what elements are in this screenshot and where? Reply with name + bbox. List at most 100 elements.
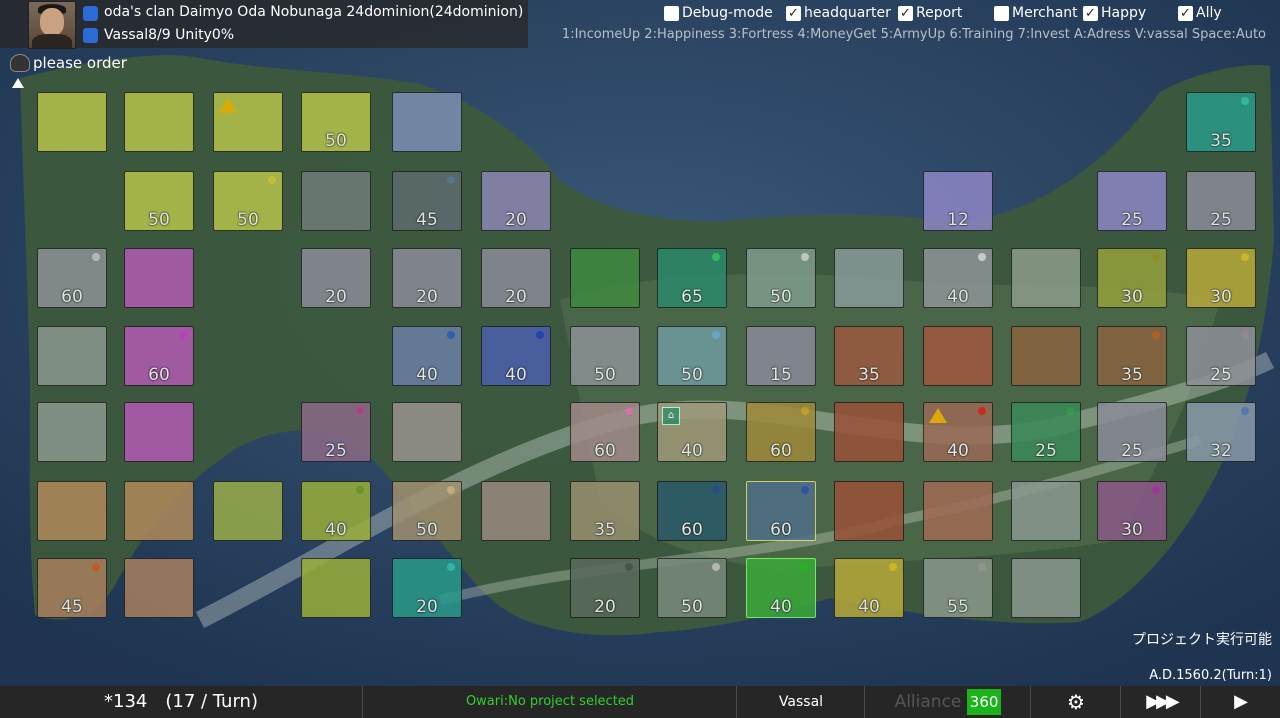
province-tile[interactable]: 25 bbox=[1011, 402, 1081, 462]
province-tile[interactable]: 50 bbox=[657, 558, 727, 618]
province-tile[interactable]: 50 bbox=[570, 326, 640, 386]
province-tile[interactable]: 20 bbox=[392, 248, 462, 308]
province-tile[interactable] bbox=[213, 92, 283, 152]
province-tile[interactable]: 35 bbox=[1186, 92, 1256, 152]
checkbox-ally[interactable]: ✓ Ally bbox=[1178, 4, 1222, 22]
checkbox-happy[interactable]: ✓ Happy bbox=[1083, 4, 1146, 22]
check-icon[interactable]: ✓ bbox=[786, 5, 801, 21]
province-tile[interactable] bbox=[1011, 326, 1081, 386]
alliance-panel[interactable]: Alliance 360 bbox=[864, 686, 1031, 718]
province-tile[interactable]: 25 bbox=[1186, 171, 1256, 231]
province-tile[interactable] bbox=[37, 326, 107, 386]
province-tile[interactable] bbox=[301, 558, 371, 618]
checkbox-box[interactable] bbox=[994, 5, 1009, 21]
play-button[interactable]: ▶ bbox=[1200, 686, 1280, 718]
province-tile[interactable] bbox=[834, 248, 904, 308]
province-tile[interactable]: 45 bbox=[37, 558, 107, 618]
owner-marker-icon bbox=[356, 486, 364, 494]
province-tile[interactable]: 25 bbox=[1186, 326, 1256, 386]
checkbox-report[interactable]: ✓ Report bbox=[898, 4, 962, 22]
province-tile[interactable] bbox=[37, 402, 107, 462]
province-tile[interactable]: 35 bbox=[570, 481, 640, 541]
owner-marker-icon bbox=[625, 563, 633, 571]
checkbox-merchant[interactable]: Merchant bbox=[994, 4, 1078, 22]
checkbox-box[interactable] bbox=[664, 5, 679, 21]
province-tile[interactable] bbox=[124, 92, 194, 152]
province-tile[interactable] bbox=[1011, 481, 1081, 541]
province-tile[interactable]: 25 bbox=[1097, 402, 1167, 462]
province-tile[interactable]: 60 bbox=[746, 402, 816, 462]
province-tile[interactable]: 40 bbox=[834, 558, 904, 618]
province-tile[interactable]: 20 bbox=[301, 248, 371, 308]
province-tile[interactable]: 60 bbox=[657, 481, 727, 541]
check-icon[interactable]: ✓ bbox=[1083, 5, 1098, 21]
province-tile[interactable]: 20 bbox=[481, 171, 551, 231]
province-tile[interactable]: 35 bbox=[834, 326, 904, 386]
province-tile[interactable]: 20 bbox=[570, 558, 640, 618]
province-tile[interactable]: 35 bbox=[1097, 326, 1167, 386]
province-tile[interactable]: 55 bbox=[923, 558, 993, 618]
province-tile[interactable] bbox=[834, 481, 904, 541]
daimyo-portrait[interactable] bbox=[28, 1, 76, 49]
settings-button[interactable]: ⚙ bbox=[1030, 686, 1121, 718]
province-tile[interactable]: 50 bbox=[301, 92, 371, 152]
fast-forward-button[interactable]: ▶▶▶ bbox=[1120, 686, 1201, 718]
province-tile[interactable] bbox=[124, 558, 194, 618]
province-tile[interactable]: 12 bbox=[923, 171, 993, 231]
province-tile[interactable]: 40 bbox=[481, 326, 551, 386]
province-tile[interactable] bbox=[124, 402, 194, 462]
province-tile[interactable]: 20 bbox=[481, 248, 551, 308]
province-tile[interactable]: 60 bbox=[570, 402, 640, 462]
province-tile[interactable]: 60 bbox=[746, 481, 816, 541]
province-tile[interactable] bbox=[392, 92, 462, 152]
province-tile[interactable]: 65 bbox=[657, 248, 727, 308]
check-icon[interactable]: ✓ bbox=[1178, 5, 1193, 21]
vassal-button[interactable]: Vassal bbox=[736, 686, 865, 718]
province-tile[interactable]: 50 bbox=[124, 171, 194, 231]
project-selector[interactable]: Owari:No project selected bbox=[362, 686, 737, 718]
province-tile[interactable]: 50 bbox=[746, 248, 816, 308]
province-tile[interactable]: 40 bbox=[923, 248, 993, 308]
province-tile[interactable]: 32 bbox=[1186, 402, 1256, 462]
province-tile[interactable]: 60 bbox=[37, 248, 107, 308]
owner-marker-icon bbox=[801, 253, 809, 261]
province-tile[interactable]: 50 bbox=[213, 171, 283, 231]
province-tile[interactable]: 25 bbox=[1097, 171, 1167, 231]
province-tile[interactable]: 45 bbox=[392, 171, 462, 231]
province-tile[interactable]: 40 bbox=[392, 326, 462, 386]
province-tile[interactable]: 50 bbox=[657, 326, 727, 386]
province-tile[interactable]: 60 bbox=[124, 326, 194, 386]
province-value: 55 bbox=[947, 597, 969, 617]
province-tile[interactable] bbox=[213, 481, 283, 541]
collapse-arrow-icon[interactable] bbox=[12, 78, 24, 88]
province-tile[interactable]: 30 bbox=[1097, 481, 1167, 541]
check-icon[interactable]: ✓ bbox=[898, 5, 913, 21]
province-tile[interactable] bbox=[37, 92, 107, 152]
province-tile[interactable]: 40 bbox=[301, 481, 371, 541]
province-tile[interactable]: ⌂ 40 bbox=[657, 402, 727, 462]
province-tile[interactable]: 20 bbox=[392, 558, 462, 618]
info-icon[interactable] bbox=[83, 6, 98, 21]
province-tile[interactable]: 40 bbox=[746, 558, 816, 618]
province-tile[interactable] bbox=[301, 171, 371, 231]
province-tile[interactable] bbox=[1011, 558, 1081, 618]
province-tile[interactable] bbox=[570, 248, 640, 308]
checkbox-debug-mode[interactable]: Debug-mode bbox=[664, 4, 773, 22]
province-tile[interactable]: 25 bbox=[301, 402, 371, 462]
province-tile[interactable]: 40 bbox=[923, 402, 993, 462]
province-tile[interactable] bbox=[481, 481, 551, 541]
province-tile[interactable]: 15 bbox=[746, 326, 816, 386]
province-tile[interactable] bbox=[834, 402, 904, 462]
province-tile[interactable]: 50 bbox=[392, 481, 462, 541]
province-tile[interactable] bbox=[124, 248, 194, 308]
province-tile[interactable] bbox=[1011, 248, 1081, 308]
province-tile[interactable] bbox=[923, 326, 993, 386]
province-tile[interactable] bbox=[392, 402, 462, 462]
owner-marker-icon bbox=[356, 407, 364, 415]
checkbox-headquarter[interactable]: ✓ headquarter bbox=[786, 4, 891, 22]
province-tile[interactable]: 30 bbox=[1097, 248, 1167, 308]
province-tile[interactable] bbox=[37, 481, 107, 541]
province-tile[interactable]: 30 bbox=[1186, 248, 1256, 308]
province-tile[interactable] bbox=[124, 481, 194, 541]
province-tile[interactable] bbox=[923, 481, 993, 541]
